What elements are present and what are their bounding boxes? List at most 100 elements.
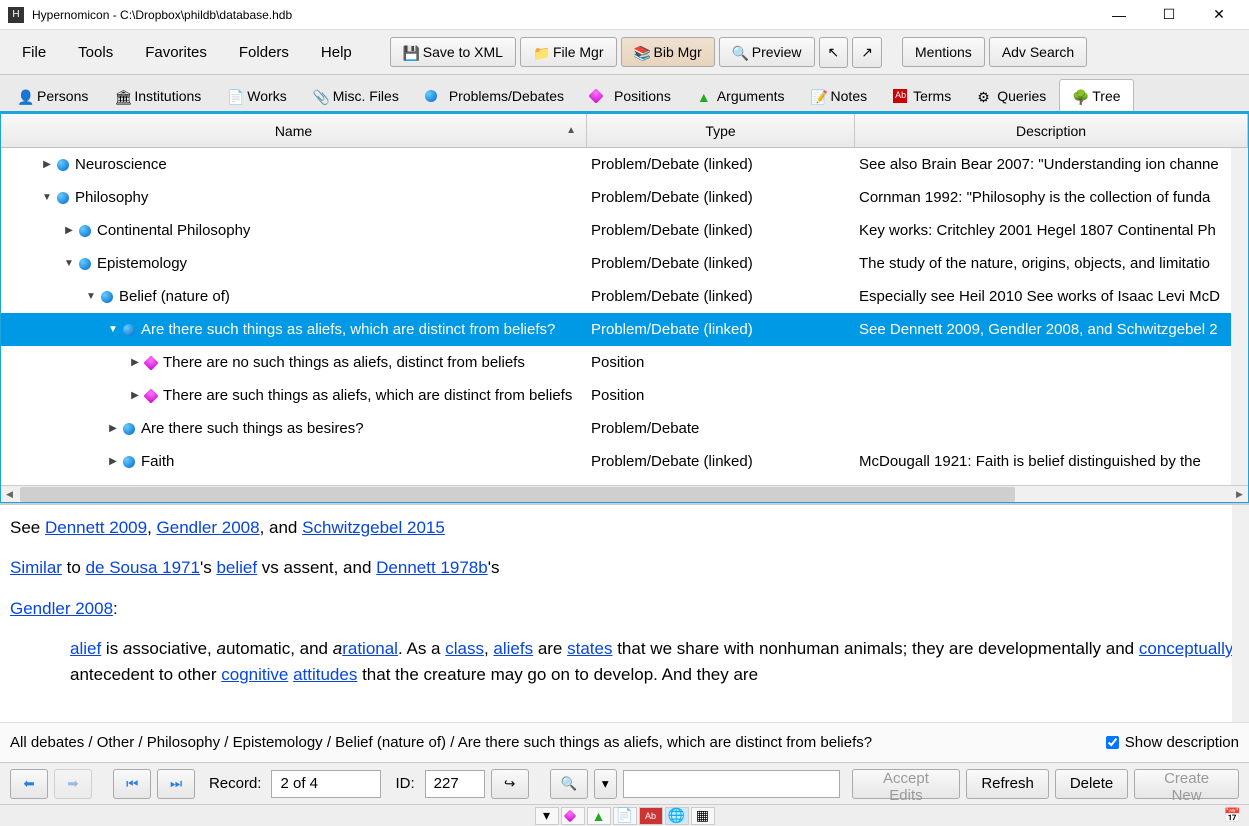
accept-edits-button[interactable]: Accept Edits [852,769,961,799]
preview-button[interactable]: 🔍Preview [719,37,815,67]
tab-queries[interactable]: ⚙Queries [964,79,1059,111]
nav-forward-button[interactable]: ➡ [54,769,92,799]
search-dropdown-button[interactable]: ▾ [594,769,617,799]
tree-expander[interactable]: ▶ [63,225,75,236]
col-name[interactable]: Name▲ [1,114,587,147]
tree-row[interactable]: ▶Are there such things as besires?Proble… [1,412,1248,445]
adv-search-button[interactable]: Adv Search [989,37,1087,67]
link-gendler-2008-b[interactable]: Gendler 2008 [10,599,113,618]
tree-row[interactable]: ▶NeuroscienceProblem/Debate (linked)See … [1,148,1248,181]
minimize-button[interactable]: — [1105,4,1133,26]
tab-tree[interactable]: 🌳Tree [1059,79,1133,111]
refresh-button[interactable]: Refresh [966,769,1049,799]
tree-expander[interactable]: ▼ [85,291,97,302]
tree-body[interactable]: ▶NeuroscienceProblem/Debate (linked)See … [1,148,1248,485]
mentions-button[interactable]: Mentions [902,37,985,67]
tree-row[interactable]: ▶There are no such things as aliefs, dis… [1,346,1248,379]
sb-web-icon[interactable]: 🌐 [665,807,689,825]
sb-argument-icon[interactable]: ▲ [587,807,611,825]
tree-row[interactable]: ▶There are such things as aliefs, which … [1,379,1248,412]
record-field[interactable] [271,770,381,798]
scroll-thumb[interactable] [20,487,1015,502]
menu-file[interactable]: File [8,40,60,65]
create-new-button[interactable]: Create New [1134,769,1239,799]
link-gendler-2008[interactable]: Gendler 2008 [157,518,260,537]
tab-terms[interactable]: AbTerms [880,79,964,111]
tree-hscroll[interactable]: ◀ ▶ [1,485,1248,502]
tree-expander[interactable]: ▶ [41,159,53,170]
sb-note-icon[interactable]: 📄 [613,807,637,825]
blue-dot-icon [425,90,437,102]
nav-last-button[interactable]: ⏭ [157,769,195,799]
col-desc[interactable]: Description [855,114,1248,147]
delete-button[interactable]: Delete [1055,769,1128,799]
tab-notes[interactable]: 📝Notes [798,79,881,111]
tree-expander[interactable]: ▶ [107,423,119,434]
tree-expander[interactable]: ▶ [129,357,141,368]
nav-first-button[interactable]: ⏮ [113,769,151,799]
tab-positions[interactable]: Positions [577,79,684,111]
link-belief[interactable]: belief [216,558,257,577]
desc-vscroll[interactable] [1232,505,1249,722]
tree-item-type: Problem/Debate [587,420,855,437]
menu-favorites[interactable]: Favorites [131,40,221,65]
tree-row[interactable]: ▼Belief (nature of)Problem/Debate (linke… [1,280,1248,313]
tree-expander[interactable]: ▶ [129,390,141,401]
link-aliefs[interactable]: aliefs [493,639,533,658]
tree-row[interactable]: ▼Are there such things as aliefs, which … [1,313,1248,346]
tab-problems-debates[interactable]: Problems/Debates [412,79,577,111]
close-button[interactable]: ✕ [1205,4,1233,26]
tree-expander[interactable]: ▼ [63,258,75,269]
tree-vscroll[interactable] [1231,148,1248,485]
link-schwitzgebel-2015[interactable]: Schwitzgebel 2015 [302,518,445,537]
tree-row[interactable]: ▶Continental PhilosophyProblem/Debate (l… [1,214,1248,247]
tab-arguments[interactable]: ▲Arguments [684,79,798,111]
show-description-checkbox[interactable]: Show description [1106,734,1239,751]
tree-expander[interactable]: ▶ [107,456,119,467]
col-type[interactable]: Type [587,114,855,147]
tree-row[interactable]: ▶FaithProblem/Debate (linked)McDougall 1… [1,445,1248,478]
tree-row[interactable]: ▼PhilosophyProblem/Debate (linked)Cornma… [1,181,1248,214]
bib-mgr-button[interactable]: 📚Bib Mgr [621,37,715,67]
tab-misc-files[interactable]: 📎Misc. Files [300,79,412,111]
sb-term-icon[interactable]: Ab [639,807,663,825]
scroll-right-icon[interactable]: ▶ [1231,486,1248,503]
menu-help[interactable]: Help [307,40,366,65]
tree-row[interactable]: ▼EpistemologyProblem/Debate (linked)The … [1,247,1248,280]
search-field[interactable] [623,770,840,798]
sb-dropdown[interactable]: ▾ [535,807,559,825]
sb-calendar-icon[interactable]: 📅 [1224,807,1241,824]
link-dennett-2009[interactable]: Dennett 2009 [45,518,147,537]
link-rational[interactable]: rational [342,639,398,658]
scroll-left-icon[interactable]: ◀ [1,486,18,503]
menu-tools[interactable]: Tools [64,40,127,65]
go-button[interactable]: ↪ [491,769,529,799]
link-dennett-1978b[interactable]: Dennett 1978b [376,558,488,577]
description-pane[interactable]: See Dennett 2009, Gendler 2008, and Schw… [0,503,1249,722]
pointer-tool-b[interactable]: ↗ [852,37,882,68]
sb-position-icon[interactable] [561,807,585,825]
sb-window-icon[interactable]: ▦ [691,807,715,825]
pointer-tool-a[interactable]: ↖ [819,37,849,68]
link-cognitive[interactable]: cognitive [221,665,288,684]
link-states[interactable]: states [567,639,612,658]
nav-back-button[interactable]: ⬅ [10,769,48,799]
tree-expander[interactable]: ▼ [41,192,53,203]
save-to-xml-button[interactable]: 💾Save to XML [390,37,516,67]
tab-persons[interactable]: 👤Persons [4,79,101,111]
tree-expander[interactable]: ▼ [107,324,119,335]
link-alief[interactable]: alief [70,639,101,658]
link-de-sousa-1971[interactable]: de Sousa 1971 [86,558,200,577]
tab-institutions[interactable]: 🏛Institutions [101,79,214,111]
search-button[interactable]: 🔍 [550,769,588,799]
file-mgr-button[interactable]: 📁File Mgr [520,37,617,67]
link-class[interactable]: class [445,639,484,658]
link-conceptually[interactable]: conceptually [1139,639,1234,658]
tree-item-desc: See Dennett 2009, Gendler 2008, and Schw… [855,321,1248,338]
maximize-button[interactable]: ☐ [1155,4,1183,26]
tab-works[interactable]: 📄Works [214,79,299,111]
link-attitudes[interactable]: attitudes [293,665,357,684]
menu-folders[interactable]: Folders [225,40,303,65]
link-similar[interactable]: Similar [10,558,62,577]
id-field[interactable] [425,770,485,798]
